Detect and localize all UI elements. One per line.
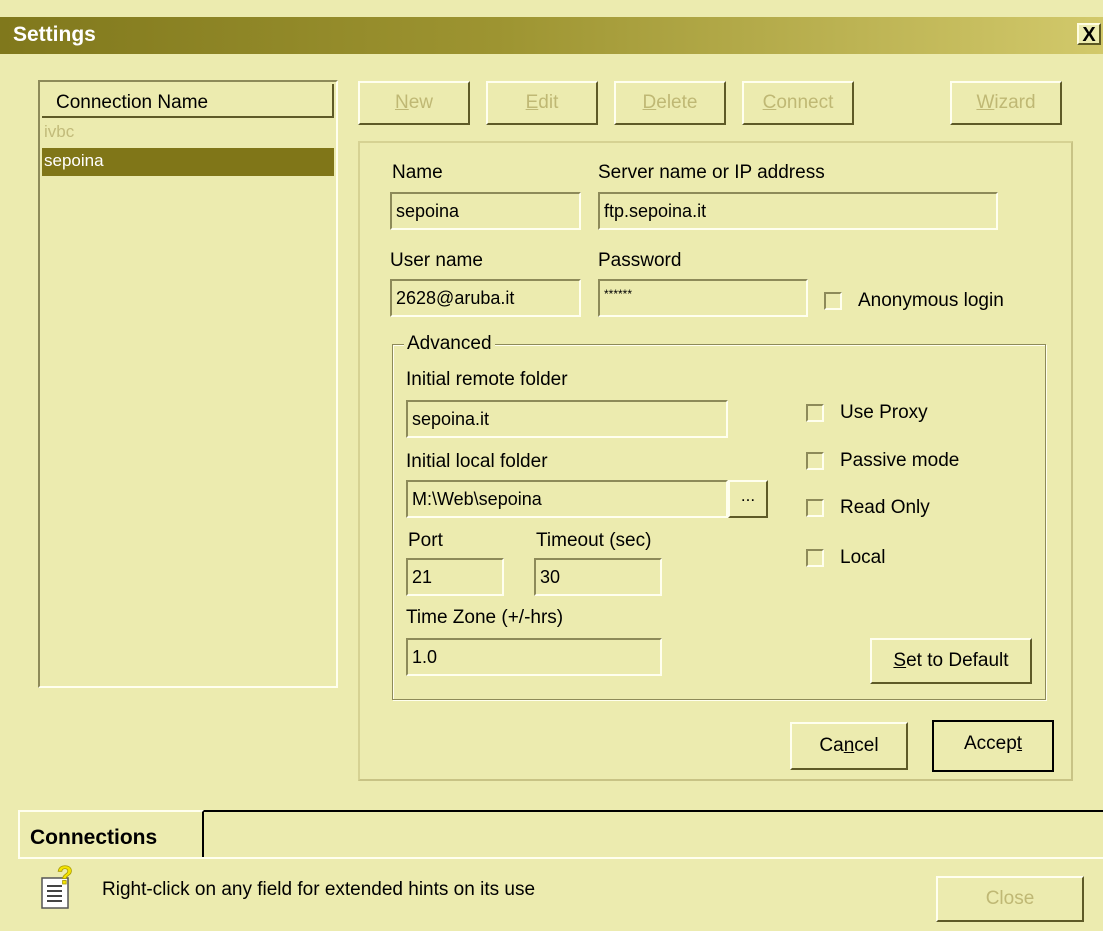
- use-proxy-checkbox[interactable]: [806, 404, 824, 422]
- tab-connections-label: Connections: [30, 826, 158, 849]
- port-field[interactable]: 21: [406, 558, 504, 596]
- hint-text: Right-click on any field for extended hi…: [102, 879, 536, 900]
- delete-rest: elete: [656, 92, 698, 113]
- local-folder-label: Initial local folder: [406, 451, 548, 472]
- list-item-sepoina[interactable]: sepoina: [42, 148, 334, 176]
- timeout-field[interactable]: 30: [534, 558, 662, 596]
- use-proxy-label: Use Proxy: [840, 402, 928, 423]
- wizard-rest: izard: [994, 92, 1036, 113]
- wizard-button[interactable]: Wizard: [950, 81, 1062, 125]
- tab-body-border: [18, 857, 1103, 859]
- close-button[interactable]: Close: [936, 876, 1084, 922]
- hint-icon: ?: [41, 864, 73, 909]
- list-item-ivbc[interactable]: ivbc: [42, 119, 334, 147]
- remote-folder-field[interactable]: sepoina.it: [406, 400, 728, 438]
- window-title: Settings: [13, 23, 96, 46]
- port-label: Port: [408, 530, 443, 551]
- local-checkbox[interactable]: [806, 549, 824, 567]
- server-label: Server name or IP address: [598, 162, 825, 183]
- close-icon[interactable]: X: [1077, 23, 1101, 46]
- set-default-mnemonic: S: [893, 650, 907, 671]
- read-only-checkbox[interactable]: [806, 499, 824, 517]
- cancel-post: cel: [854, 735, 879, 756]
- user-name-label: User name: [390, 250, 483, 271]
- server-field[interactable]: ftp.sepoina.it: [598, 192, 998, 230]
- edit-button[interactable]: Edit: [486, 81, 598, 125]
- anonymous-login-checkbox[interactable]: [824, 292, 842, 310]
- connect-rest: onnect: [776, 92, 834, 113]
- settings-window: Settings X Connection Name ivbc sepoina …: [0, 0, 1103, 931]
- title-bar: Settings X: [0, 17, 1103, 54]
- cancel-mnemonic: n: [843, 735, 855, 756]
- connect-mnemonic: C: [762, 92, 777, 113]
- new-mnemonic: N: [394, 92, 409, 113]
- accept-mnemonic: t: [1016, 733, 1023, 754]
- name-field[interactable]: sepoina: [390, 192, 581, 230]
- remote-folder-label: Initial remote folder: [406, 369, 568, 390]
- password-field[interactable]: ******: [598, 279, 808, 317]
- connection-list[interactable]: Connection Name ivbc sepoina: [38, 80, 338, 688]
- timezone-field[interactable]: 1.0: [406, 638, 662, 676]
- accept-pre: Accep: [963, 733, 1017, 754]
- set-default-rest: et to Default: [906, 650, 1009, 671]
- password-label: Password: [598, 250, 682, 271]
- advanced-group-title: Advanced: [404, 333, 495, 355]
- delete-button[interactable]: Delete: [614, 81, 726, 125]
- edit-rest: dit: [538, 92, 559, 113]
- wizard-mnemonic: W: [976, 92, 995, 113]
- name-label: Name: [392, 162, 443, 183]
- cancel-button[interactable]: Cancel: [790, 722, 908, 770]
- local-label: Local: [840, 547, 886, 568]
- delete-mnemonic: D: [642, 92, 657, 113]
- connect-button[interactable]: Connect: [742, 81, 854, 125]
- set-to-default-button[interactable]: Set to Default: [870, 638, 1032, 684]
- edit-mnemonic: E: [525, 92, 539, 113]
- new-rest: ew: [408, 92, 434, 113]
- local-folder-field[interactable]: M:\Web\sepoina: [406, 480, 728, 518]
- connection-name-column-header[interactable]: Connection Name: [42, 84, 334, 118]
- anonymous-login-label: Anonymous login: [858, 290, 1004, 311]
- browse-folder-button[interactable]: ...: [728, 480, 768, 518]
- user-name-field[interactable]: 2628@aruba.it: [390, 279, 581, 317]
- svg-text:?: ?: [57, 864, 73, 890]
- accept-button[interactable]: Accept: [932, 720, 1054, 772]
- read-only-label: Read Only: [840, 497, 930, 518]
- new-button[interactable]: New: [358, 81, 470, 125]
- passive-mode-checkbox[interactable]: [806, 452, 824, 470]
- tab-strip-border: [200, 810, 1103, 812]
- cancel-pre: Ca: [819, 735, 844, 756]
- timeout-label: Timeout (sec): [536, 530, 652, 551]
- timezone-label: Time Zone (+/-hrs): [406, 607, 564, 628]
- passive-mode-label: Passive mode: [840, 450, 960, 471]
